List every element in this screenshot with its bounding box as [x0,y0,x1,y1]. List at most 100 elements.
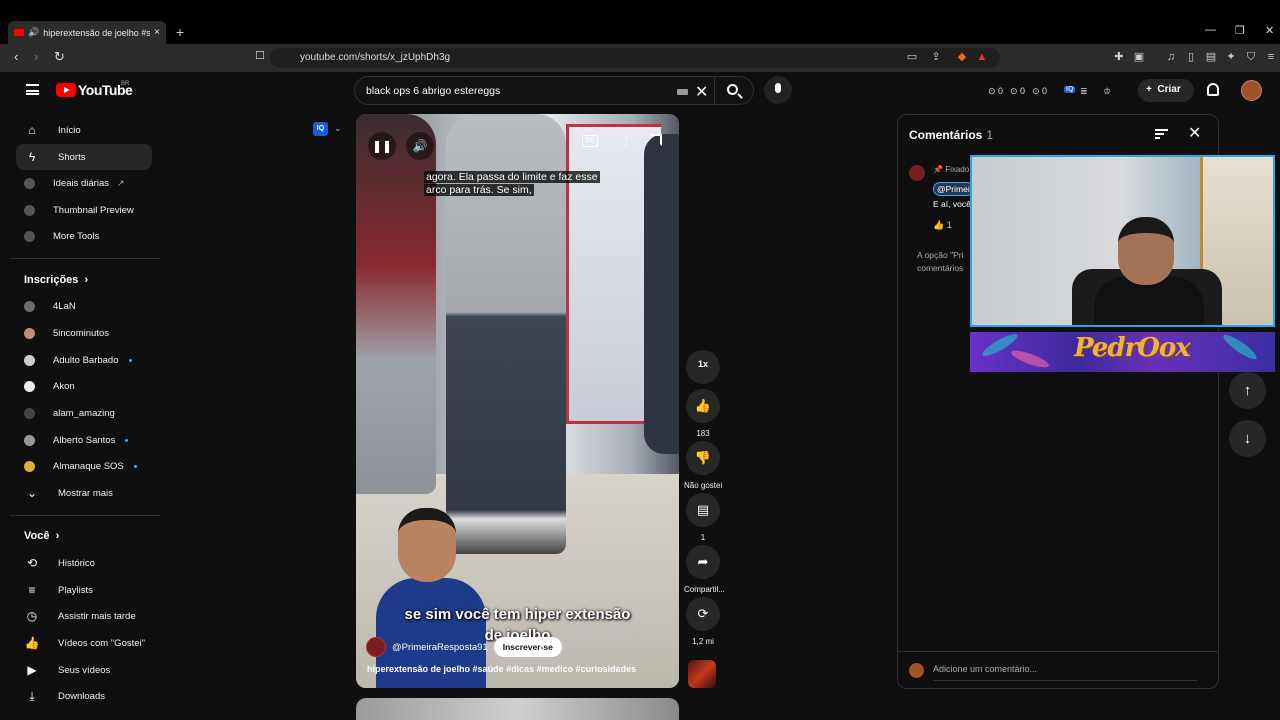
menu-icon[interactable]: ≡ [1265,51,1277,63]
speaker-icon[interactable]: 🔊 [28,27,39,38]
search-input[interactable]: black ops 6 abrigo estereggs [366,85,500,97]
subscription-item[interactable]: 4LaN [16,293,152,319]
subscription-item[interactable]: Alberto Santos [16,427,152,453]
comments-note: A opção "Pri comentários [917,250,964,273]
back-icon[interactable]: ‹ [14,49,18,64]
browser-tab[interactable]: 🔊 hiperextensão de joelho #saúde × [8,21,166,44]
ai-icon[interactable]: ✦ [1225,51,1237,63]
sidebar-item-downloads[interactable]: ⤓ Downloads [16,683,152,709]
youtube-logo-icon[interactable] [56,83,76,97]
dislike-label: Não gostei [684,481,723,490]
decor-leaf [1009,347,1051,371]
iq-extension-icon[interactable]: IQ [1064,86,1076,93]
comments-button[interactable]: ▤ 1 [684,493,722,542]
comment-mention[interactable]: @Primei [933,182,974,196]
extensions-icon[interactable]: ✚ [1113,51,1125,63]
brave-shield-icon[interactable]: ◆ [956,51,968,63]
search-box[interactable]: black ops 6 abrigo estereggs ✕ [354,76,754,105]
pause-icon[interactable]: ❚❚ [368,132,396,160]
closed-captions-button[interactable]: CC [582,135,598,147]
dislike-button[interactable]: 👎 Não gostei [684,441,722,490]
next-short-button[interactable]: ↓ [1229,420,1266,457]
avatar[interactable] [1241,80,1262,101]
commenter-avatar[interactable] [909,165,925,181]
volume-icon[interactable]: 🔊 [406,132,434,160]
share-button[interactable]: ➦ Compartil... [684,545,725,594]
sort-icon[interactable] [1155,129,1168,139]
subscription-item[interactable]: alam_amazing [16,400,152,426]
window-close-icon[interactable]: ✕ [1265,24,1274,37]
video-icon: ▶ [27,663,37,677]
sidebar-item-ideias[interactable]: Ideais diárias ↗ [16,170,152,196]
webcam-person-head [1118,217,1174,285]
iq-badge-icon[interactable]: IQ [313,122,328,136]
comment-count: 1 [700,533,706,542]
sound-thumbnail[interactable] [688,660,716,688]
video-title[interactable]: hiperextensão de joelho #saúde #dicas #m… [367,664,636,674]
show-more-button[interactable]: ⌄ Mostrar mais [16,480,152,506]
video-hashtags[interactable]: #saúde #dicas #medico #curiosidades [473,664,637,674]
subscriptions-heading[interactable]: Inscrições › [24,274,88,286]
fullscreen-icon[interactable] [650,134,662,146]
new-tab-button[interactable]: + [176,24,184,40]
reload-icon[interactable]: ↻ [54,49,65,65]
url-bar[interactable]: youtube.com/shorts/x_jzUphDh3g [270,48,1000,68]
playlists-icon: ≡ [28,583,36,597]
you-heading[interactable]: Você › [24,530,59,542]
clear-search-icon[interactable]: ✕ [695,82,708,102]
wallet-icon[interactable]: ▣ [1133,51,1145,63]
share-page-icon[interactable]: ⇪ [930,51,942,63]
voice-search-icon[interactable] [764,76,792,104]
sidebar-divider [10,258,160,259]
channel-name[interactable]: @PrimeiraResposta91 [392,642,488,653]
subscription-item[interactable]: Almanaque SOS [16,453,152,479]
create-button[interactable]: + Criar [1138,79,1194,102]
award-icon[interactable]: ♔ [1103,86,1111,97]
tab-close-icon[interactable]: × [154,27,160,38]
subscription-item[interactable]: 5incominutos [16,320,152,346]
music-icon[interactable]: ♫ [1165,51,1177,63]
keyboard-icon[interactable] [677,89,688,95]
playback-speed-button[interactable]: 1x [684,350,722,384]
subscribe-button[interactable]: Inscrever-se [493,637,562,657]
add-comment-input[interactable]: Adicione um comentário... [933,664,1197,681]
sidebar-item-watch-later[interactable]: ◷ Assistir mais tarde [16,603,152,629]
sidebar-item-your-videos[interactable]: ▶ Seus vídeos [16,657,152,683]
more-options-icon[interactable]: ⋮ [620,134,632,148]
sidebar-icon[interactable]: ▯ [1185,51,1197,63]
sidebar-item-thumbnail-preview[interactable]: Thumbnail Preview [16,197,152,223]
avatar [909,663,924,678]
like-button[interactable]: 👍 183 [684,389,722,438]
hamburger-menu-icon[interactable] [26,84,39,95]
sidebar-item-home[interactable]: ⌂ Início [16,117,152,143]
minimize-icon[interactable]: — [1205,24,1216,36]
sidebar-item-playlists[interactable]: ≡ Playlists [16,577,152,603]
bookmark-icon[interactable]: ☐ [255,49,265,62]
channel-avatar[interactable] [366,637,386,657]
previous-short-button[interactable]: ↑ [1229,372,1266,409]
list-icon[interactable]: ≣ [1080,86,1088,97]
sidebar-item-shorts[interactable]: ϟ Shorts [16,144,152,170]
sidebar-item-liked-videos[interactable]: 👍 Vídeos com "Gostei" [16,630,152,656]
comment-like-button[interactable]: 👍 1 [933,220,952,231]
remix-count: 1,2 mi [692,637,714,646]
remix-button[interactable]: ⟳ 1,2 mi [684,597,722,646]
sidebar-item-more-tools[interactable]: More Tools [16,223,152,249]
cast-icon[interactable]: ▭ [906,51,918,63]
notifications-icon[interactable] [1207,83,1219,96]
sidebar-item-history[interactable]: ⟲ Histórico [16,550,152,576]
subscription-item[interactable]: Akon [16,373,152,399]
brave-rewards-icon[interactable]: ▲ [976,51,988,63]
close-icon[interactable]: ✕ [1188,123,1201,143]
next-short-preview[interactable] [356,698,679,720]
subscription-item[interactable]: Adulto Barbado [16,347,152,373]
search-icon[interactable] [727,84,738,95]
channel-row: @PrimeiraResposta91 Inscrever-se [366,637,562,657]
wallet2-icon[interactable]: ▤ [1205,51,1217,63]
forward-icon[interactable]: › [34,49,38,64]
shorts-video-player[interactable]: ❚❚ 🔊 CC ⋮ agora. Ela passa do limite e f… [356,114,679,688]
iq-dropdown-icon[interactable]: ⌄ [334,123,342,134]
maximize-icon[interactable]: ❐ [1235,24,1245,37]
vpn-icon[interactable]: ⛉ [1245,51,1257,63]
channel-avatar [24,407,35,419]
